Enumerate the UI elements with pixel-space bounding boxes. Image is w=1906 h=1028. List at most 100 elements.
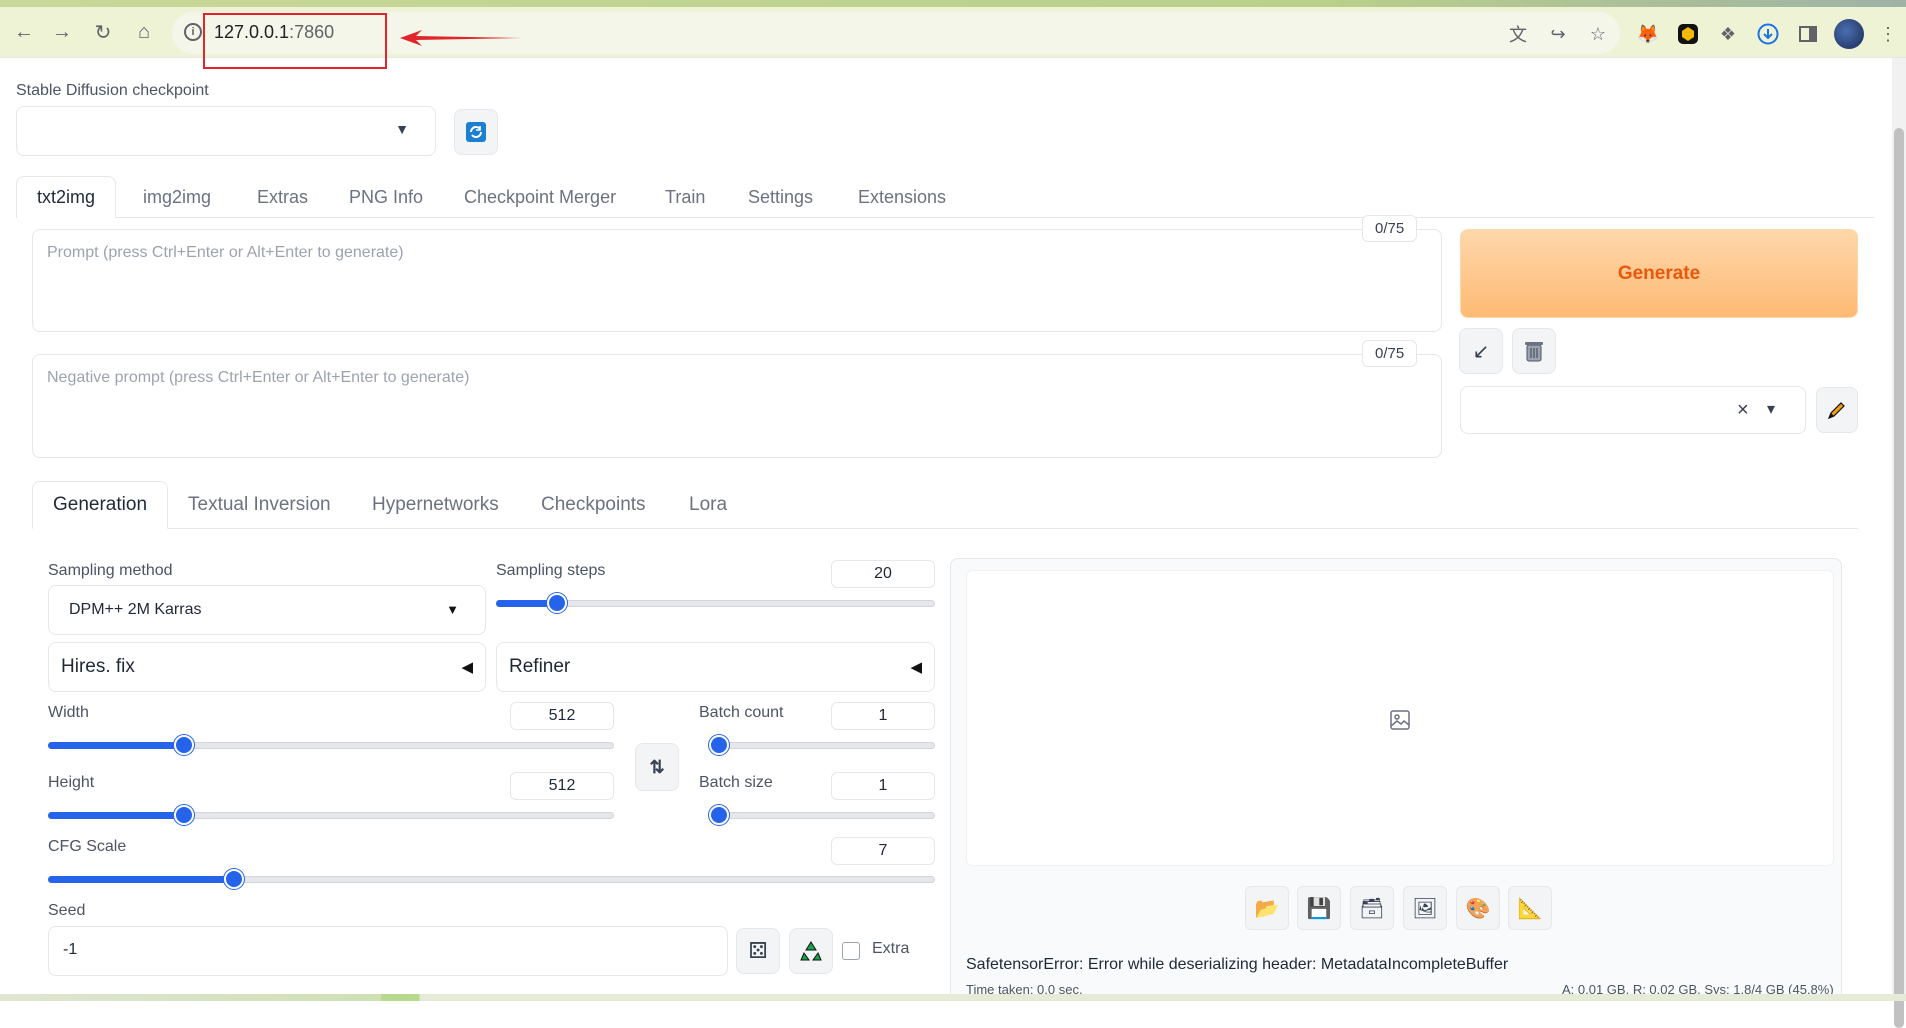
slider-track[interactable] bbox=[709, 742, 935, 749]
slider-fill bbox=[48, 742, 184, 749]
tab-train[interactable]: Train bbox=[645, 176, 725, 218]
slider-thumb[interactable] bbox=[173, 735, 194, 755]
clear-prompt-button[interactable] bbox=[1512, 328, 1556, 374]
tab-settings[interactable]: Settings bbox=[728, 176, 833, 218]
folder-icon: 📂 bbox=[1254, 897, 1280, 920]
forward-icon[interactable]: → bbox=[48, 18, 76, 46]
seed-value: -1 bbox=[63, 941, 78, 958]
seed-input[interactable]: -1 bbox=[48, 926, 728, 976]
download-icon[interactable] bbox=[1756, 22, 1780, 46]
tab-checkpoints[interactable]: Checkpoints bbox=[521, 481, 666, 529]
refiner-accordion[interactable]: Refiner ◀ bbox=[496, 642, 935, 692]
scrollbar-thumb[interactable] bbox=[1894, 128, 1904, 1028]
cfg-scale-input[interactable]: 7 bbox=[831, 837, 935, 865]
chevron-down-icon: ▾ bbox=[1767, 401, 1776, 418]
image-placeholder-icon bbox=[1390, 710, 1410, 730]
refresh-checkpoints-button[interactable] bbox=[454, 109, 498, 155]
image-icon: 🖼 bbox=[1412, 897, 1438, 920]
width-slider[interactable] bbox=[48, 735, 614, 755]
trash-icon bbox=[1525, 342, 1543, 362]
styles-dropdown[interactable]: × ▾ bbox=[1460, 386, 1806, 434]
tab-img2img[interactable]: img2img bbox=[123, 176, 231, 218]
sampling-steps-slider[interactable] bbox=[496, 593, 935, 613]
slider-thumb[interactable] bbox=[224, 869, 245, 889]
batch-size-slider[interactable] bbox=[709, 805, 935, 825]
batch-size-label: Batch size bbox=[699, 774, 773, 791]
share-icon[interactable]: ↪ bbox=[1546, 22, 1570, 46]
batch-count-input[interactable]: 1 bbox=[831, 702, 935, 730]
prompt-token-count: 0/75 bbox=[1362, 215, 1418, 242]
sampling-method-label: Sampling method bbox=[48, 562, 173, 579]
send-to-inpaint-button[interactable]: 🎨 bbox=[1456, 886, 1500, 930]
open-folder-button[interactable]: 📂 bbox=[1245, 886, 1289, 930]
bottom-scrollbar[interactable] bbox=[0, 994, 1906, 1001]
prompt-input[interactable] bbox=[32, 229, 1442, 332]
chevron-down-icon: ▼ bbox=[395, 121, 409, 137]
page-scrollbar[interactable] bbox=[1892, 58, 1906, 1028]
tab-generation[interactable]: Generation bbox=[32, 481, 169, 529]
sampling-steps-label: Sampling steps bbox=[496, 562, 606, 579]
tab-extensions[interactable]: Extensions bbox=[838, 176, 966, 218]
checkpoint-dropdown[interactable]: ▼ bbox=[16, 106, 436, 156]
browser-menu-icon[interactable]: ⋮ bbox=[1876, 22, 1900, 46]
extra-seed-label: Extra bbox=[872, 940, 910, 957]
triangle-ruler-icon: 📐 bbox=[1517, 897, 1543, 920]
wallet-extension-icon[interactable] bbox=[1676, 22, 1700, 46]
metamask-extension-icon[interactable]: 🦊 bbox=[1636, 22, 1660, 46]
site-info-icon[interactable]: i bbox=[184, 23, 202, 41]
slider-track[interactable] bbox=[709, 812, 935, 819]
save-button[interactable]: 💾 bbox=[1297, 886, 1341, 930]
negative-prompt-input[interactable] bbox=[32, 354, 1442, 458]
batch-count-label: Batch count bbox=[699, 704, 784, 721]
tab-checkpoint-merger[interactable]: Checkpoint Merger bbox=[444, 176, 636, 218]
sampling-steps-input[interactable]: 20 bbox=[831, 560, 935, 588]
extra-seed-checkbox[interactable] bbox=[842, 942, 860, 960]
height-slider[interactable] bbox=[48, 805, 614, 825]
tab-txt2img[interactable]: txt2img bbox=[16, 176, 117, 218]
width-input[interactable]: 512 bbox=[510, 702, 614, 730]
arrow-down-left-icon: ↙ bbox=[1472, 340, 1490, 363]
slider-thumb[interactable] bbox=[709, 805, 729, 825]
width-label: Width bbox=[48, 704, 89, 721]
url-highlight-box bbox=[203, 13, 387, 69]
bookmark-star-icon[interactable]: ☆ bbox=[1586, 22, 1610, 46]
zip-button[interactable]: 🗃 bbox=[1350, 886, 1394, 930]
send-to-img2img-button[interactable]: 🖼 bbox=[1403, 886, 1447, 930]
palette-icon: 🎨 bbox=[1465, 897, 1491, 920]
slider-thumb[interactable] bbox=[173, 805, 194, 825]
tab-lora[interactable]: Lora bbox=[669, 481, 747, 529]
cfg-scale-label: CFG Scale bbox=[48, 838, 127, 855]
batch-count-slider[interactable] bbox=[709, 735, 935, 755]
reload-icon[interactable]: ↻ bbox=[89, 18, 117, 46]
address-bar[interactable]: i 127.0.0.1:7860 bbox=[172, 12, 1620, 54]
reuse-seed-button[interactable] bbox=[789, 928, 833, 974]
hires-fix-accordion[interactable]: Hires. fix ◀ bbox=[48, 642, 486, 692]
generate-button[interactable]: Generate bbox=[1460, 229, 1858, 318]
cfg-scale-slider[interactable] bbox=[48, 869, 935, 889]
side-panel-icon[interactable] bbox=[1796, 22, 1820, 46]
send-to-extras-button[interactable]: 📐 bbox=[1508, 886, 1552, 930]
tab-strip-edge bbox=[0, 0, 1906, 7]
translate-icon[interactable]: 文 bbox=[1506, 22, 1530, 46]
edit-styles-button[interactable] bbox=[1816, 387, 1858, 433]
slider-thumb[interactable] bbox=[709, 735, 729, 755]
height-input[interactable]: 512 bbox=[510, 772, 614, 800]
swap-dimensions-button[interactable]: ⇅ bbox=[635, 743, 679, 791]
back-icon[interactable]: ← bbox=[10, 18, 38, 46]
tab-hypernetworks[interactable]: Hypernetworks bbox=[352, 481, 519, 529]
dice-icon: ⚄ bbox=[748, 938, 768, 963]
tab-extras[interactable]: Extras bbox=[237, 176, 328, 218]
tab-textual-inversion[interactable]: Textual Inversion bbox=[168, 481, 351, 529]
sampling-method-dropdown[interactable]: DPM++ 2M Karras ▼ bbox=[48, 585, 486, 635]
random-seed-button[interactable]: ⚄ bbox=[736, 928, 780, 974]
slider-thumb[interactable] bbox=[547, 593, 568, 613]
clear-styles-icon[interactable]: × bbox=[1737, 399, 1749, 422]
profile-avatar[interactable] bbox=[1834, 19, 1864, 49]
tab-png-info[interactable]: PNG Info bbox=[329, 176, 443, 218]
batch-size-input[interactable]: 1 bbox=[831, 772, 935, 800]
home-icon[interactable]: ⌂ bbox=[130, 18, 158, 46]
sampling-method-value: DPM++ 2M Karras bbox=[69, 601, 202, 618]
height-label: Height bbox=[48, 774, 95, 791]
read-params-button[interactable]: ↙ bbox=[1459, 328, 1503, 374]
extensions-puzzle-icon[interactable]: ❖ bbox=[1716, 22, 1740, 46]
